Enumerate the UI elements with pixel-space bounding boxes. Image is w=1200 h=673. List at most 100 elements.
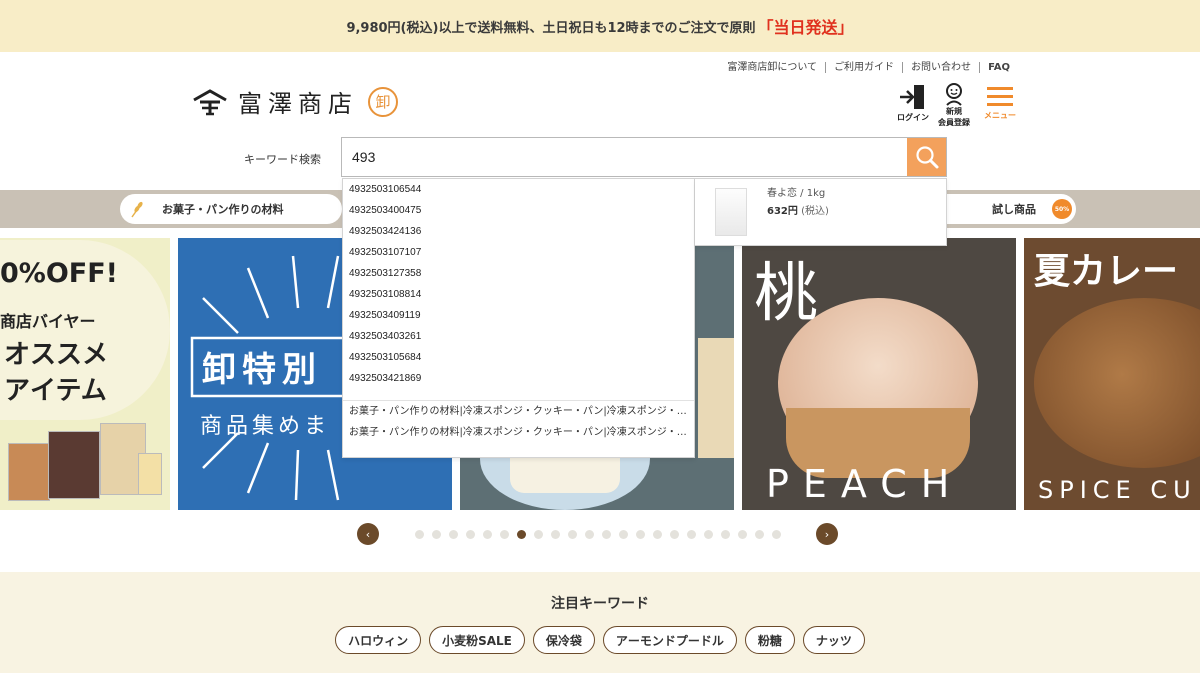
curry-bread-image bbox=[1034, 298, 1200, 468]
carousel-dot[interactable] bbox=[652, 529, 662, 539]
carousel-dot[interactable] bbox=[414, 529, 424, 539]
top-links: 富澤商店卸について ご利用ガイド お問い合わせ FAQ bbox=[719, 62, 1018, 73]
top-link-guide[interactable]: ご利用ガイド bbox=[826, 62, 904, 73]
suggestion-item[interactable]: 4932503403261 bbox=[343, 326, 694, 347]
carousel-dot[interactable] bbox=[584, 529, 594, 539]
carousel-dot[interactable] bbox=[601, 529, 611, 539]
carousel-dot[interactable] bbox=[618, 529, 628, 539]
slide-buyer-line3: アイテム bbox=[4, 376, 107, 406]
suggestion-category[interactable]: お菓子・パン作りの材料|冷凍スポンジ・クッキー・パン|冷凍スポンジ・クッキー・パ… bbox=[343, 422, 694, 443]
menu-button[interactable]: メニュー bbox=[984, 82, 1016, 121]
banner-highlight: 「当日発送」 bbox=[757, 18, 854, 37]
search-button[interactable] bbox=[907, 138, 946, 176]
product-price: 632円 bbox=[767, 206, 798, 217]
suggestion-item[interactable]: 4932503105684 bbox=[343, 347, 694, 368]
carousel-dot[interactable] bbox=[448, 529, 458, 539]
top-link-contact[interactable]: お問い合わせ bbox=[903, 62, 981, 73]
search-suggestions: 4932503106544 4932503400475 493250342413… bbox=[342, 178, 695, 458]
keyword-halloween[interactable]: ハロウィン bbox=[335, 626, 422, 654]
category-pill-baking[interactable]: お菓子・パン作りの材料 bbox=[120, 194, 342, 224]
shipping-banner: 9,980円(税込)以上で送料無料、土日祝日も12時までのご注文で原則 「当日発… bbox=[0, 0, 1200, 52]
slide-peach-sub: PEACH bbox=[766, 462, 964, 506]
carousel-dot[interactable] bbox=[754, 529, 764, 539]
suggested-product[interactable]: 春よ恋 / 1kg 632円 (税込) bbox=[695, 178, 947, 246]
login-button[interactable]: ログイン bbox=[897, 82, 929, 123]
suggestion-item[interactable]: 4932503108814 bbox=[343, 284, 694, 305]
login-label: ログイン bbox=[897, 113, 929, 122]
product-thumbnail bbox=[715, 188, 747, 236]
carousel-dot[interactable] bbox=[431, 529, 441, 539]
product-tax: (税込) bbox=[801, 206, 829, 217]
register-label-line2: 会員登録 bbox=[938, 118, 970, 127]
keyword-nuts[interactable]: ナッツ bbox=[802, 626, 865, 654]
product-name: 春よ恋 / 1kg bbox=[767, 188, 826, 199]
carousel-dot[interactable] bbox=[482, 529, 492, 539]
register-label-line1: 新規 bbox=[946, 107, 962, 116]
category-pill-baking-label: お菓子・パン作りの材料 bbox=[162, 203, 284, 216]
suggestion-item[interactable]: 4932503106544 bbox=[343, 179, 694, 200]
carousel-dot[interactable] bbox=[720, 529, 730, 539]
slide-peach-title: 桃 bbox=[754, 257, 818, 331]
slide-buyer-picks[interactable]: 0%OFF! 商店バイヤー オススメ アイテム bbox=[0, 238, 170, 510]
keyword-search-label: キーワード検索 bbox=[244, 153, 321, 166]
slide-buyer-line1: 商店バイヤー bbox=[0, 312, 96, 331]
suggestion-item[interactable]: 4932503107107 bbox=[343, 242, 694, 263]
carousel-dot[interactable] bbox=[465, 529, 475, 539]
carousel-controls: ‹ › bbox=[357, 523, 838, 545]
carousel-dot[interactable] bbox=[516, 529, 526, 539]
search-input[interactable] bbox=[342, 138, 907, 176]
carousel-dot[interactable] bbox=[499, 529, 509, 539]
login-icon bbox=[900, 85, 924, 109]
suggestion-item[interactable]: 4932503400475 bbox=[343, 200, 694, 221]
slide-summer-curry[interactable]: 夏カレー SPICE CU bbox=[1024, 238, 1200, 510]
logo-mark-icon bbox=[193, 88, 227, 115]
wheat-icon bbox=[131, 201, 143, 218]
register-button[interactable]: 新規 会員登録 bbox=[938, 82, 970, 128]
suggestion-category[interactable]: お菓子・パン作りの材料|冷凍スポンジ・クッキー・パン|冷凍スポンジ・クッキー・パ… bbox=[343, 401, 694, 422]
carousel-next-button[interactable]: › bbox=[816, 523, 838, 545]
suggestion-item[interactable]: 4932503421869 bbox=[343, 368, 694, 389]
keyword-cooler-bag[interactable]: 保冷袋 bbox=[532, 626, 595, 654]
site-logo[interactable]: 富澤商店 卸 bbox=[192, 84, 398, 119]
carousel-dot[interactable] bbox=[703, 529, 713, 539]
slide-curry-sub: SPICE CU bbox=[1038, 476, 1197, 504]
carousel-dot[interactable] bbox=[669, 529, 679, 539]
carousel-dot[interactable] bbox=[567, 529, 577, 539]
suggestion-item[interactable]: 4932503409119 bbox=[343, 305, 694, 326]
menu-label: メニュー bbox=[984, 111, 1016, 120]
slide-discount-title: 0%OFF! bbox=[0, 258, 118, 289]
search-box bbox=[341, 137, 947, 177]
user-icon bbox=[946, 83, 962, 106]
top-link-about[interactable]: 富澤商店卸について bbox=[719, 62, 827, 73]
search-icon bbox=[915, 146, 938, 169]
carousel-dot[interactable] bbox=[533, 529, 543, 539]
banner-text: 9,980円(税込)以上で送料無料、土日祝日も12時までのご注文で原則 bbox=[346, 20, 756, 36]
slide-products-image bbox=[8, 423, 162, 503]
dessert-glass-image bbox=[698, 338, 734, 458]
suggestion-item[interactable]: 4932503127358 bbox=[343, 263, 694, 284]
keyword-powdered-sugar[interactable]: 粉糖 bbox=[744, 626, 795, 654]
slide-curry-title: 夏カレー bbox=[1034, 251, 1179, 292]
category-pill-trial-label: 試し商品 bbox=[992, 203, 1036, 216]
carousel-prev-button[interactable]: ‹ bbox=[357, 523, 379, 545]
product-price-line: 632円 (税込) bbox=[767, 202, 829, 217]
discount-badge: 50% bbox=[1052, 199, 1072, 219]
keyword-list: ハロウィン 小麦粉SALE 保冷袋 アーモンドプードル 粉糖 ナッツ bbox=[0, 626, 1200, 654]
carousel-dot[interactable] bbox=[635, 529, 645, 539]
featured-keywords-section: 注目キーワード ハロウィン 小麦粉SALE 保冷袋 アーモンドプードル 粉糖 ナ… bbox=[0, 572, 1200, 673]
featured-keywords-title: 注目キーワード bbox=[551, 596, 649, 612]
carousel-dot[interactable] bbox=[686, 529, 696, 539]
slide-buyer-line2: オススメ bbox=[4, 340, 109, 370]
carousel-dot[interactable] bbox=[771, 529, 781, 539]
hamburger-icon bbox=[987, 87, 1013, 106]
carousel-dot[interactable] bbox=[550, 529, 560, 539]
keyword-almond-powder[interactable]: アーモンドプードル bbox=[602, 626, 737, 654]
top-link-faq[interactable]: FAQ bbox=[980, 62, 1018, 73]
keyword-flour-sale[interactable]: 小麦粉SALE bbox=[429, 626, 525, 654]
suggestion-item[interactable]: 4932503424136 bbox=[343, 221, 694, 242]
slide-special-line1: 卸特別 bbox=[202, 350, 322, 390]
carousel-dot[interactable] bbox=[737, 529, 747, 539]
slide-peach[interactable]: 桃 PEACH bbox=[742, 238, 1016, 510]
logo-seal: 卸 bbox=[368, 86, 398, 117]
slide-special-line2: 商品集めま bbox=[200, 414, 331, 439]
